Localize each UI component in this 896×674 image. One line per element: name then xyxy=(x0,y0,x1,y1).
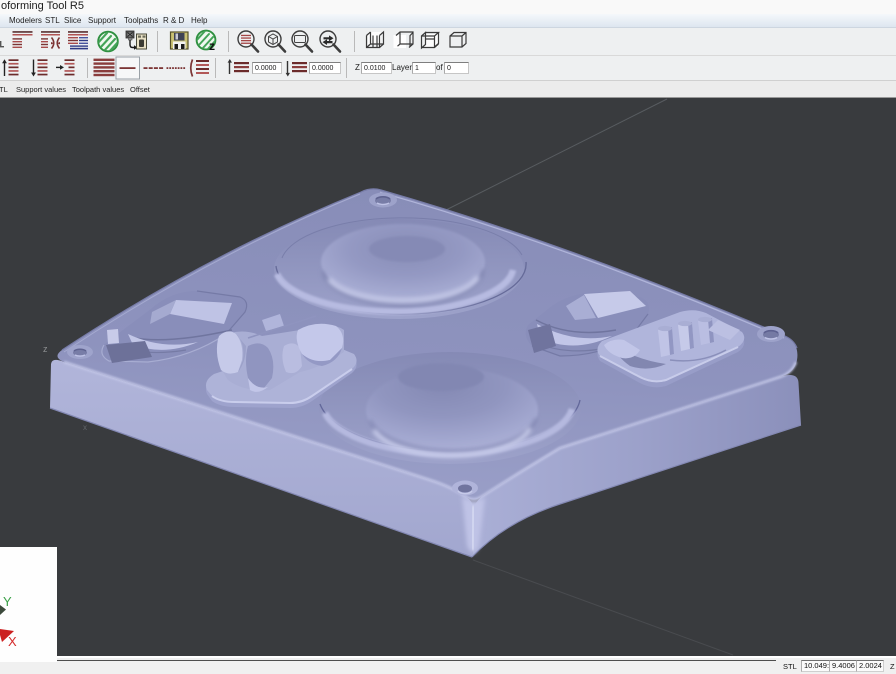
svg-text:x: x xyxy=(83,423,87,432)
svg-text:Y: Y xyxy=(3,594,12,609)
svg-text:X: X xyxy=(8,634,17,649)
svg-text:z: z xyxy=(209,39,215,53)
svg-text:z: z xyxy=(43,344,48,354)
